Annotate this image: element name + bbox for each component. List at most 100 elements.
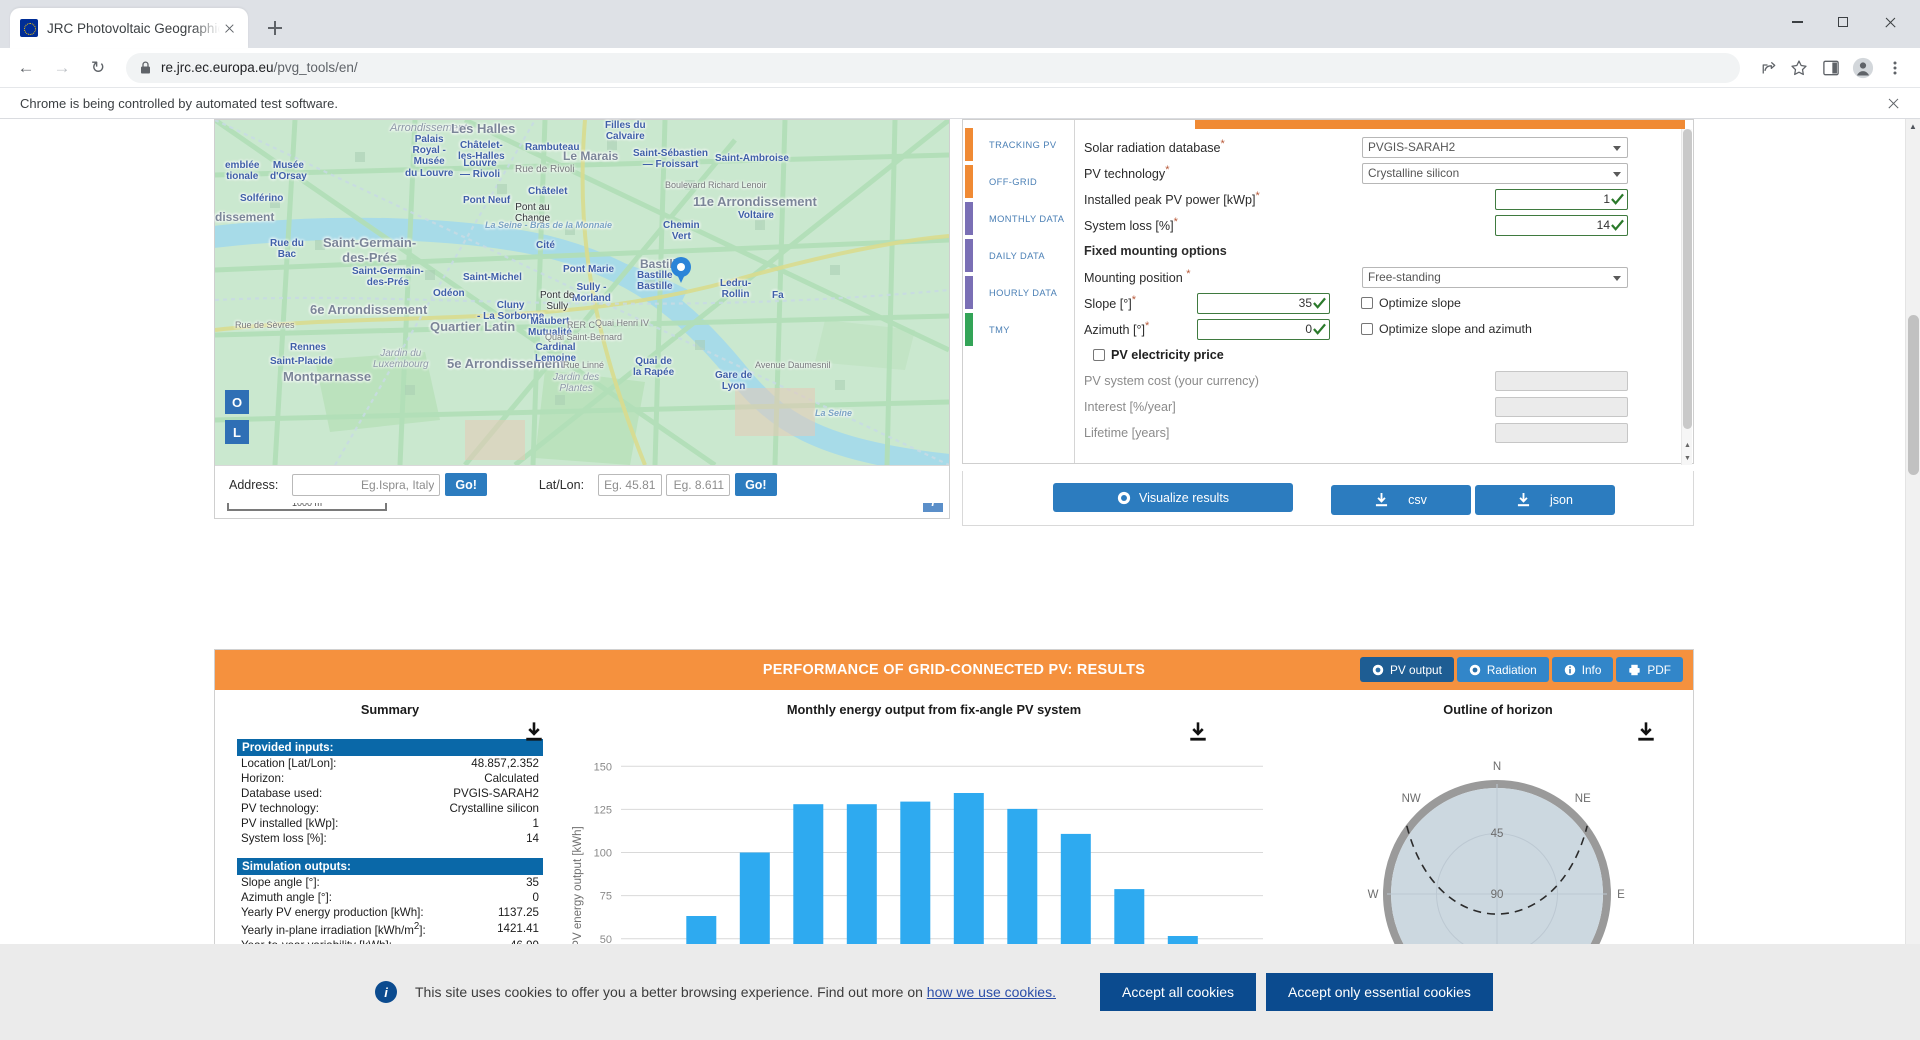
- summary-section-title: Provided inputs:: [237, 739, 543, 756]
- summary-value: 35: [526, 876, 539, 889]
- download-csv-button[interactable]: csv: [1331, 485, 1471, 515]
- kebab-menu-icon[interactable]: [1880, 53, 1910, 83]
- accept-all-cookies-button[interactable]: Accept all cookies: [1099, 973, 1257, 1011]
- share-icon[interactable]: [1752, 53, 1782, 83]
- close-infobar-icon[interactable]: [1885, 95, 1902, 112]
- sidebar-tab-daily-data[interactable]: DAILY DATA: [963, 237, 1074, 274]
- scroll-up-icon[interactable]: ▲: [1906, 119, 1920, 134]
- system-loss-input[interactable]: 14: [1495, 214, 1628, 236]
- tab-title: JRC Photovoltaic Geographical In: [47, 20, 220, 36]
- map-graphics: [215, 120, 949, 465]
- optimize-slope-checkbox[interactable]: [1361, 297, 1373, 309]
- form-scrollbar[interactable]: ▲ ▼: [1681, 129, 1692, 465]
- map-marker-icon[interactable]: [671, 257, 691, 285]
- action-bar: Visualize results csv json: [962, 471, 1694, 526]
- cookie-buttons: Accept all cookies Accept only essential…: [1099, 973, 1493, 1011]
- sidebar-tab-tracking-pv[interactable]: TRACKING PV: [963, 126, 1074, 163]
- lon-input[interactable]: [666, 473, 731, 496]
- download-horizon-icon[interactable]: [1637, 722, 1655, 742]
- sidebar-tab-off-grid[interactable]: OFF-GRID: [963, 163, 1074, 200]
- sidebar-tab-hourly-data[interactable]: HOURLY DATA: [963, 274, 1074, 311]
- url-input[interactable]: re.jrc.ec.europa.eu/pvg_tools/en/: [126, 52, 1740, 83]
- download-chart-icon[interactable]: [1189, 722, 1207, 742]
- latlon-go-button[interactable]: Go!: [735, 473, 777, 496]
- pv-tech-select[interactable]: Crystalline silicon: [1362, 162, 1628, 184]
- chevron-down-icon: [1613, 171, 1621, 177]
- back-arrow-icon[interactable]: ←: [10, 52, 42, 84]
- browser-tab[interactable]: JRC Photovoltaic Geographical In: [10, 8, 248, 48]
- download-icon: [1517, 493, 1530, 507]
- sidebar-tab-label: HOURLY DATA: [989, 287, 1058, 298]
- summary-value: Calculated: [484, 772, 539, 785]
- page-scrollbar[interactable]: ▲ ▼: [1905, 119, 1920, 1040]
- sidebar-tab-label: TMY: [989, 324, 1010, 335]
- results-radiation-button[interactable]: Radiation: [1456, 657, 1549, 682]
- map-card: Arrondissement Les Halles Filles du Calvai…: [214, 119, 950, 519]
- page-scrollbar-thumb[interactable]: [1908, 315, 1919, 475]
- summary-value: PVGIS-SARAH2: [453, 787, 539, 800]
- pv-parameters-card: TRACKING PV OFF-GRID MONTHLY DATA DAILY DAT…: [962, 119, 1694, 465]
- cookie-policy-link[interactable]: how we use cookies.: [927, 984, 1056, 1000]
- mounting-position-select[interactable]: Free-standing: [1362, 266, 1628, 288]
- slope-label: Slope [°]*: [1084, 294, 1137, 312]
- url-text: re.jrc.ec.europa.eu/pvg_tools/en/: [161, 60, 358, 75]
- star-icon[interactable]: [1784, 53, 1814, 83]
- tab-color-bar: [965, 276, 973, 309]
- results-info-button[interactable]: Info: [1551, 657, 1614, 682]
- mounting-position-label: Mounting position *: [1084, 268, 1191, 286]
- download-summary-icon[interactable]: [525, 722, 543, 742]
- new-tab-button[interactable]: [260, 13, 290, 43]
- scroll-down-icon[interactable]: ▼: [1684, 455, 1691, 462]
- summary-row: Horizon: Calculated: [237, 771, 543, 786]
- map-zoom-out-button[interactable]: O: [225, 390, 249, 414]
- system-cost-input: [1495, 371, 1628, 391]
- summary-key: System loss [%]:: [241, 832, 327, 845]
- map-canvas[interactable]: [215, 120, 949, 465]
- svg-text:N: N: [1493, 761, 1501, 773]
- optimize-both-label: Optimize slope and azimuth: [1379, 322, 1532, 336]
- sidebar-tab-monthly-data[interactable]: MONTHLY DATA: [963, 200, 1074, 237]
- pv-electricity-price-checkbox[interactable]: [1093, 349, 1105, 361]
- visualize-results-button[interactable]: Visualize results: [1053, 483, 1293, 512]
- scroll-up-icon[interactable]: ▲: [1684, 442, 1691, 449]
- summary-key: Horizon:: [241, 772, 285, 785]
- download-icon: [1376, 493, 1388, 507]
- eye-icon: [1469, 664, 1481, 676]
- peak-power-value: 1: [1603, 191, 1610, 206]
- download-json-button[interactable]: json: [1475, 485, 1615, 515]
- address-input[interactable]: [292, 473, 441, 496]
- accept-essential-cookies-button[interactable]: Accept only essential cookies: [1266, 973, 1493, 1011]
- reload-icon[interactable]: ↻: [82, 52, 114, 84]
- azimuth-label: Azimuth [°]*: [1084, 320, 1150, 338]
- lat-input[interactable]: [598, 473, 663, 496]
- form-scrollbar-thumb[interactable]: [1683, 129, 1692, 429]
- forward-arrow-icon[interactable]: →: [46, 52, 78, 84]
- optimize-slope-azimuth-checkbox[interactable]: [1361, 323, 1373, 335]
- peak-power-input[interactable]: 1: [1495, 188, 1628, 210]
- address-go-button[interactable]: Go!: [445, 473, 487, 496]
- pv-price-option[interactable]: PV electricity price: [1093, 348, 1224, 362]
- optimize-slope-option[interactable]: Optimize slope: [1361, 296, 1461, 310]
- azimuth-input[interactable]: 0: [1197, 318, 1330, 340]
- close-tab-icon[interactable]: [220, 19, 238, 37]
- side-panel-icon[interactable]: [1816, 53, 1846, 83]
- lock-icon: [141, 61, 150, 74]
- results-pdf-button[interactable]: PDF: [1616, 657, 1683, 682]
- summary-key: Azimuth angle [°]:: [241, 891, 332, 904]
- close-window-button[interactable]: [1866, 6, 1912, 38]
- results-pv-output-button[interactable]: PV output: [1360, 657, 1454, 682]
- solar-db-select[interactable]: PVGIS-SARAH2: [1362, 136, 1628, 158]
- minimize-button[interactable]: [1774, 6, 1820, 38]
- slope-input[interactable]: 35: [1197, 292, 1330, 314]
- form-row-peak-power: Installed peak PV power [kWp]* 1: [1075, 186, 1693, 212]
- info-icon: [1564, 664, 1576, 676]
- results-header: PERFORMANCE OF GRID-CONNECTED PV: RESULT…: [215, 650, 1693, 690]
- eye-icon: [1372, 664, 1384, 676]
- form-heading-fixed-mounting: Fixed mounting options: [1075, 238, 1693, 264]
- sidebar-tab-tmy[interactable]: TMY: [963, 311, 1074, 348]
- map-zoom-in-button[interactable]: L: [225, 420, 249, 444]
- summary-key: Yearly in-plane irradiation [kWh/m2]:: [241, 921, 426, 937]
- maximize-button[interactable]: [1820, 6, 1866, 38]
- optimize-both-option[interactable]: Optimize slope and azimuth: [1361, 322, 1532, 336]
- profile-avatar-icon[interactable]: [1848, 53, 1878, 83]
